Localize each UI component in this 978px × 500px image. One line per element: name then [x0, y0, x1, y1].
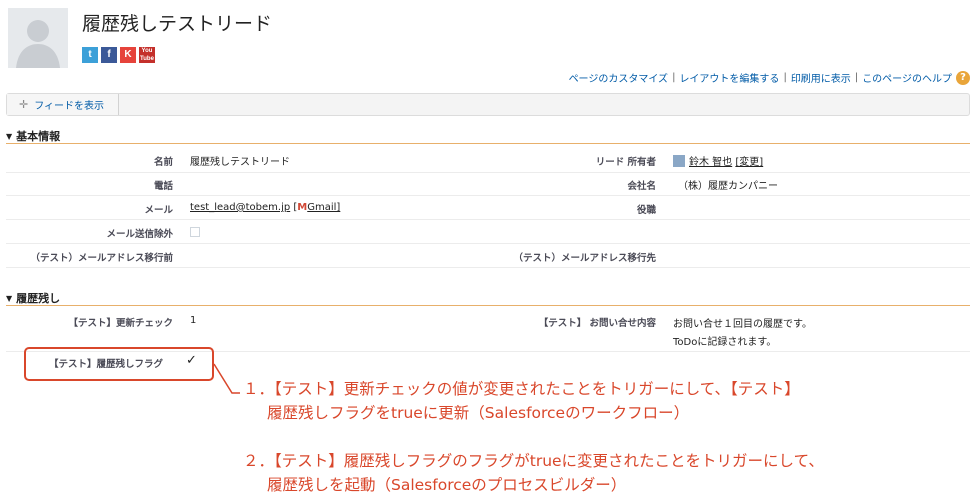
- annotation-1-line2: 履歴残しフラグをtrueに更新（Salesforceのワークフロー）: [267, 404, 690, 422]
- callout-connector: [213, 363, 240, 394]
- annotation-2-line1: ２．【テスト】履歴残しフラグのフラグがtrueに変更されたことをトリガーにして、: [243, 452, 824, 470]
- annotation-1-line1: １．【テスト】更新チェックの値が変更されたことをトリガーにして、【テスト】: [243, 380, 800, 398]
- annotation-2-line2: 履歴残しを起動（Salesforceのプロセスビルダー）: [267, 476, 627, 494]
